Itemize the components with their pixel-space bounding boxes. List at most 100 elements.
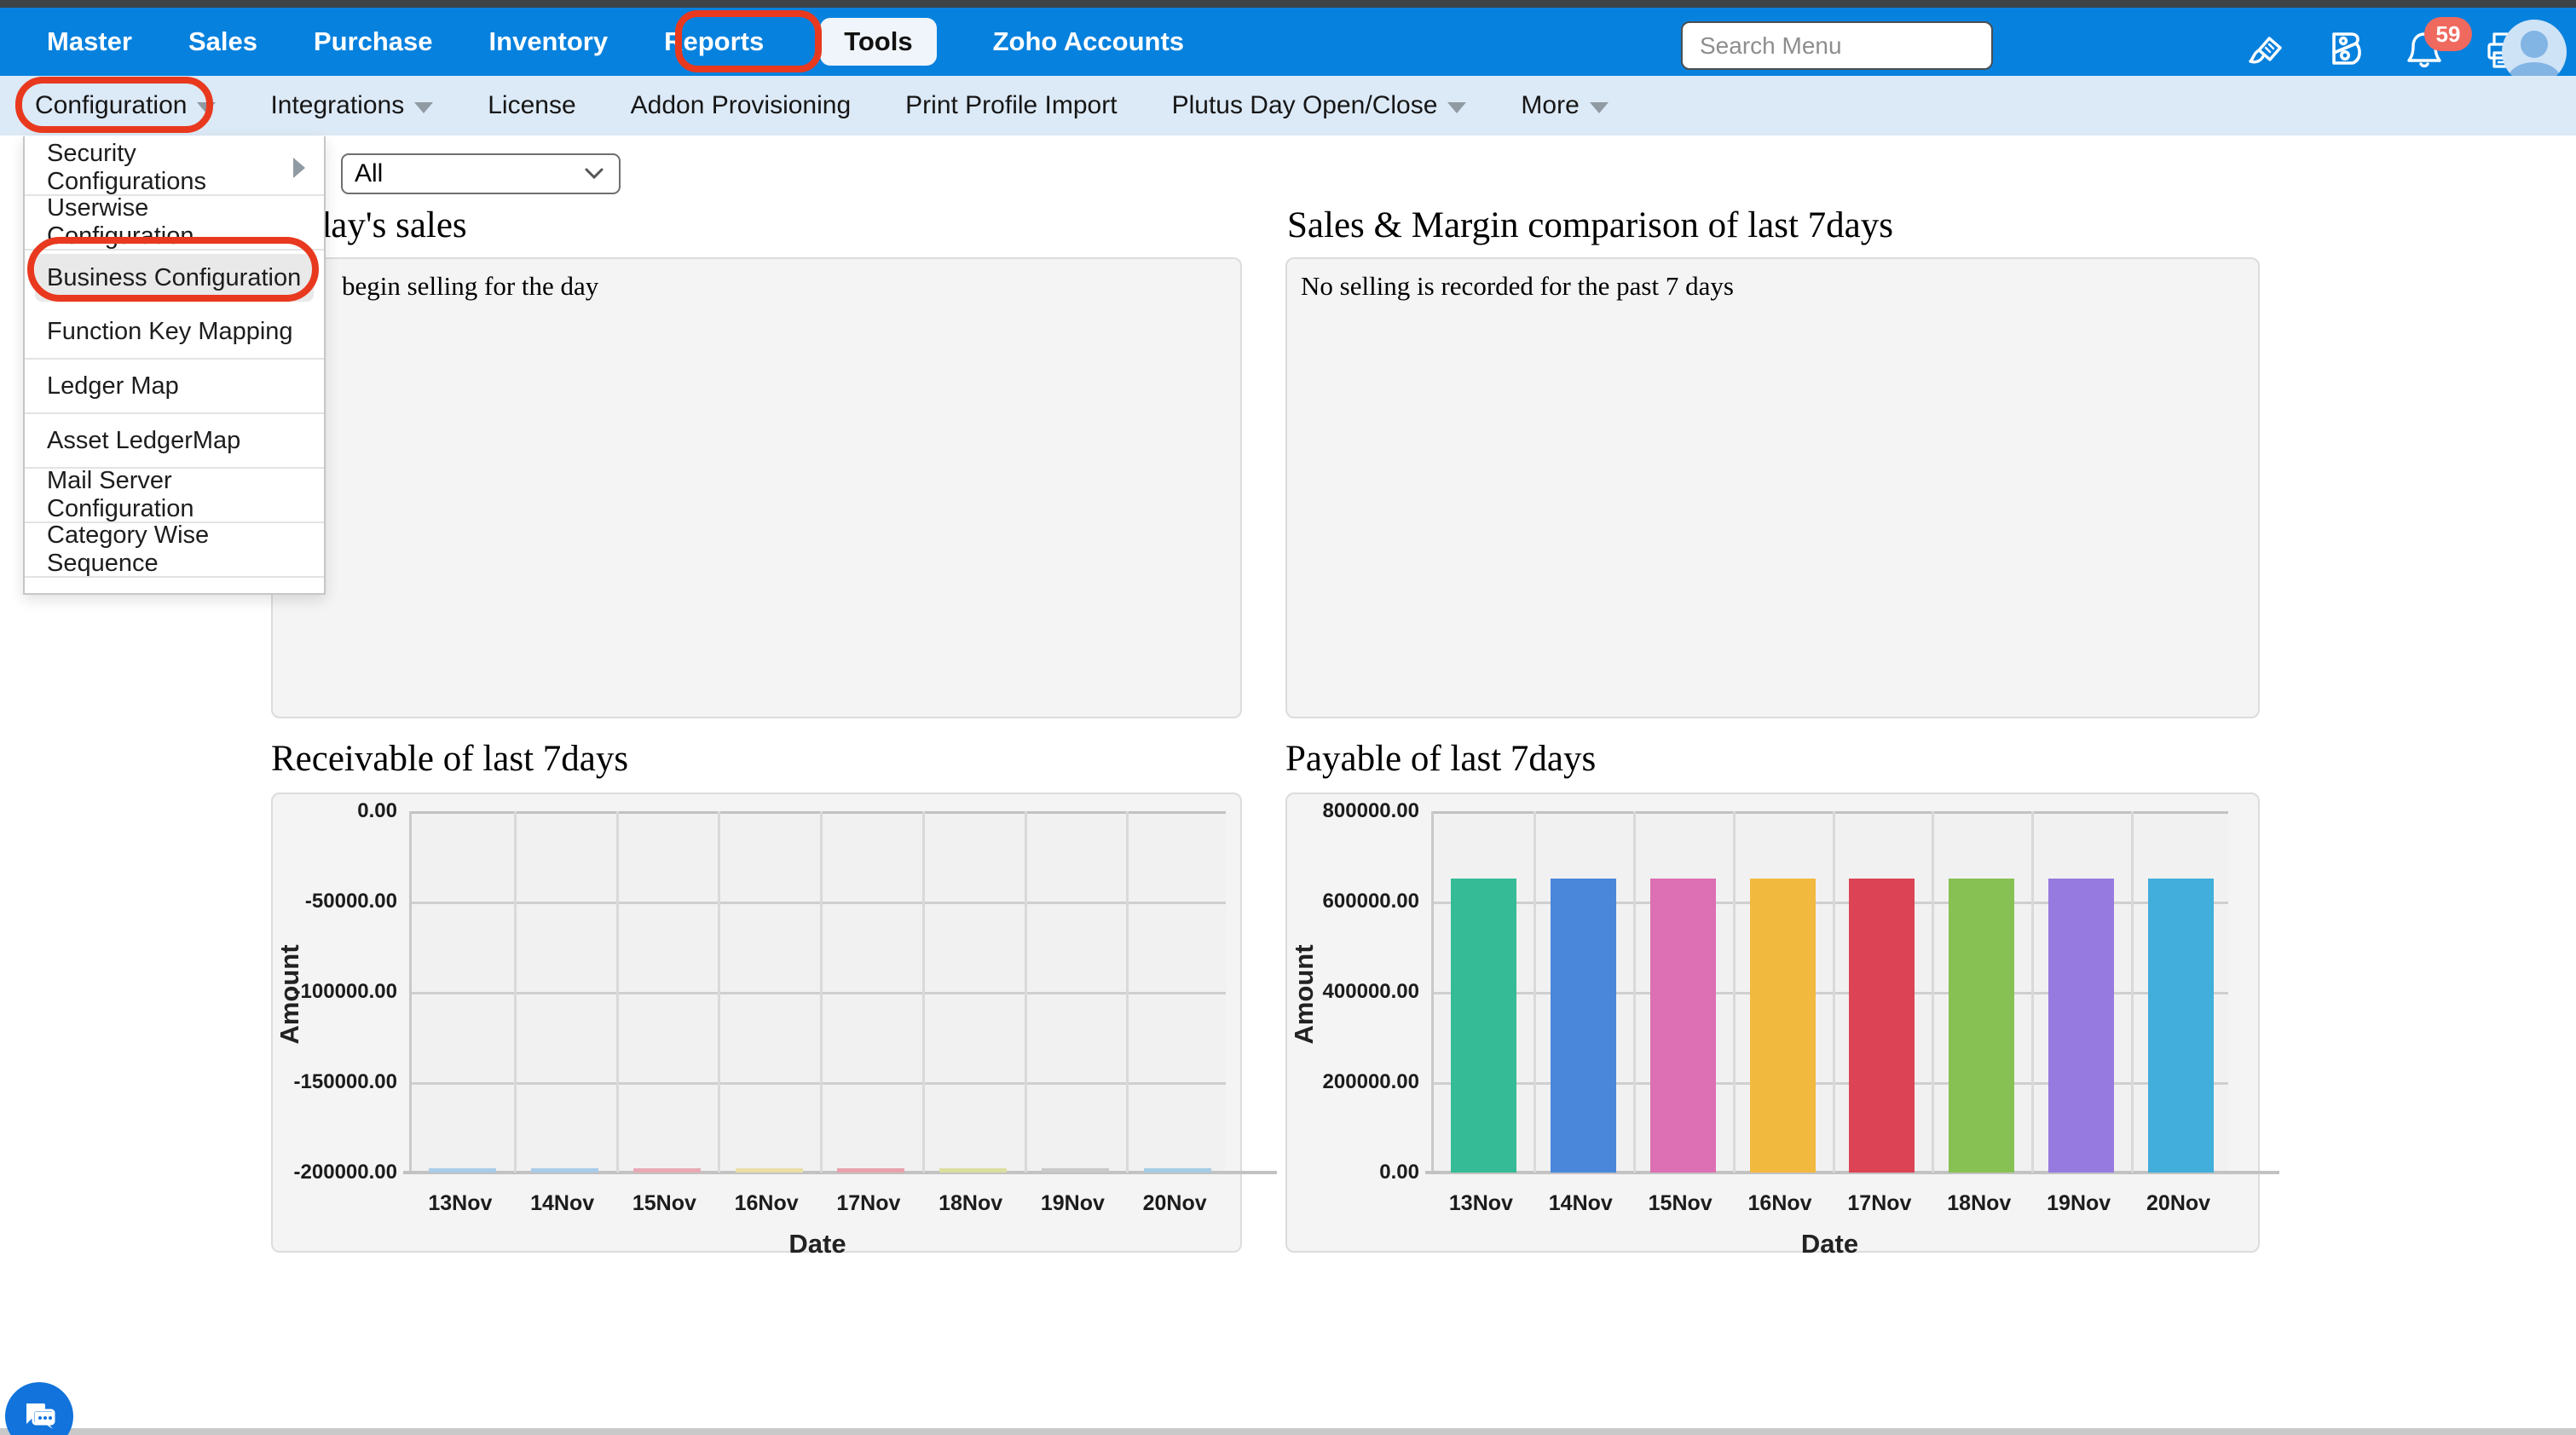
submenu-item-print-profile-import[interactable]: Print Profile Import [905,91,1117,120]
y-tick-label: 0.00 [1287,1161,1419,1184]
submenu-item-more[interactable]: More [1521,91,1608,120]
x-tick-label: 17Nov [1830,1191,1930,1216]
dropdown-item-mail-server-configuration[interactable]: Mail Server Configuration [25,469,324,523]
nav-item-zoho-accounts[interactable]: Zoho Accounts [993,26,1184,57]
today-sales-panel: begin selling for the day [271,257,1242,718]
x-gridline [922,811,925,1173]
submenu-item-integrations[interactable]: Integrations [270,91,433,120]
tools-submenu-bar: Configuration Integrations License Addon Pr… [0,76,2576,135]
zoho-books-icon[interactable] [2322,27,2366,72]
top-navigation-bar: Master Sales Purchase Inventory Reports Tools… [0,8,2576,76]
x-tick-label: 19Nov [1022,1191,1124,1216]
dropdown-item-function-key-mapping[interactable]: Function Key Mapping [25,305,324,360]
submenu-item-configuration[interactable]: Configuration [35,91,216,120]
paint-brush-icon[interactable] [2242,27,2286,72]
branch-select-value: All [355,159,383,188]
x-tick-label: 16Nov [1730,1191,1830,1216]
search-box [1681,21,1993,70]
x-gridline [1025,811,1027,1173]
branch-select[interactable]: All [341,153,621,194]
x-tick-label: 13Nov [1431,1191,1531,1216]
app-window: Master Sales Purchase Inventory Reports Tools… [0,0,2576,1435]
top-icon-row: 59 [2242,15,2527,84]
nav-item-inventory[interactable]: Inventory [489,26,609,57]
payable-chart: 800000.00600000.00400000.00200000.000.00… [1285,792,2260,1253]
submenu-item-label: Addon Provisioning [631,91,852,120]
x-axis-label: Date [409,1229,1226,1259]
caret-down-icon [414,102,433,113]
submenu-item-label: Print Profile Import [905,91,1117,120]
dropdown-item-label: Mail Server Configuration [47,467,302,523]
x-tick-label: 19Nov [2029,1191,2128,1216]
submenu-item-addon-provisioning[interactable]: Addon Provisioning [631,91,852,120]
caret-down-icon [197,102,216,113]
submenu-item-label: Plutus Day Open/Close [1172,91,1438,120]
dropdown-item-security-configurations[interactable]: Security Configurations [25,141,324,196]
x-tick-label: 17Nov [817,1191,920,1216]
x-tick-label: 18Nov [1929,1191,2029,1216]
sales-margin-panel: No selling is recorded for the past 7 da… [1285,257,2260,718]
bar-18nov [1949,879,2014,1173]
x-gridline [1932,811,1934,1173]
bar-13nov [1451,879,1516,1173]
dropdown-item-ledger-map[interactable]: Ledger Map [25,360,324,414]
x-tick-label: 13Nov [409,1191,511,1216]
window-top-strip [0,0,2576,8]
plot-top-line [412,811,1226,814]
chat-fab-button[interactable] [5,1382,73,1435]
today-sales-message: begin selling for the day [342,271,598,302]
bar-15nov [633,1168,701,1173]
submenu-item-label: Integrations [270,91,404,120]
dropdown-item-label: Ledger Map [47,372,179,401]
dropdown-item-category-wise-sequence[interactable]: Category Wise Sequence [25,523,324,578]
dropdown-item-business-configuration[interactable]: Business Configuration [25,251,324,305]
nav-item-sales[interactable]: Sales [188,26,257,57]
user-avatar[interactable] [2502,20,2567,84]
dropdown-item-asset-ledgermap[interactable]: Asset LedgerMap [25,414,324,469]
submenu-item-plutus-day-open-close[interactable]: Plutus Day Open/Close [1172,91,1467,120]
bar-14nov [1551,879,1616,1173]
bar-19nov [2048,879,2114,1173]
x-gridline [2131,811,2134,1173]
search-input[interactable] [1681,21,1993,70]
dropdown-item-userwise-configuration[interactable]: Userwise Configuration [25,196,324,251]
x-tick-label: 16Nov [715,1191,817,1216]
bar-13nov [429,1168,496,1173]
nav-item-master[interactable]: Master [47,26,132,57]
dropdown-item-label: Userwise Configuration [47,194,302,251]
x-tick-label: 20Nov [1123,1191,1226,1216]
bar-20nov [2148,879,2214,1173]
plot-area [409,811,1226,1173]
y-gridline [412,1082,1226,1085]
y-tick-label: -200000.00 [273,1161,397,1184]
y-gridline [412,902,1226,904]
notification-badge: 59 [2424,17,2472,51]
submenu-item-license[interactable]: License [488,91,575,120]
bar-20nov [1144,1168,1211,1173]
x-axis-label: Date [1431,1229,2228,1259]
x-gridline [616,811,619,1173]
bar-16nov [736,1168,803,1173]
y-axis-label: Amount [1289,943,1320,1046]
nav-item-tools[interactable]: Tools [820,18,936,66]
x-gridline [820,811,823,1173]
bell-icon[interactable]: 59 [2402,27,2446,72]
submenu-item-label: License [488,91,575,120]
y-gridline [412,992,1226,994]
bar-16nov [1750,879,1816,1173]
nav-item-purchase[interactable]: Purchase [314,26,433,57]
chevron-down-icon [581,165,607,182]
caret-down-icon [1590,102,1609,113]
x-gridline [1633,811,1636,1173]
nav-item-reports[interactable]: Reports [664,26,764,57]
y-tick-label: 0.00 [273,799,397,823]
sales-margin-message: No selling is recorded for the past 7 da… [1301,271,1734,302]
configuration-dropdown-menu: Security ConfigurationsUserwise Configur… [23,136,326,595]
top-nav-items: Master Sales Purchase Inventory Reports Tools… [0,18,1184,66]
bar-17nov [1849,879,1915,1173]
x-gridline [718,811,720,1173]
y-axis-label: Amount [274,943,305,1046]
submenu-arrow-icon [293,158,305,178]
y-tick-label: 600000.00 [1287,890,1419,913]
bar-18nov [939,1168,1007,1173]
